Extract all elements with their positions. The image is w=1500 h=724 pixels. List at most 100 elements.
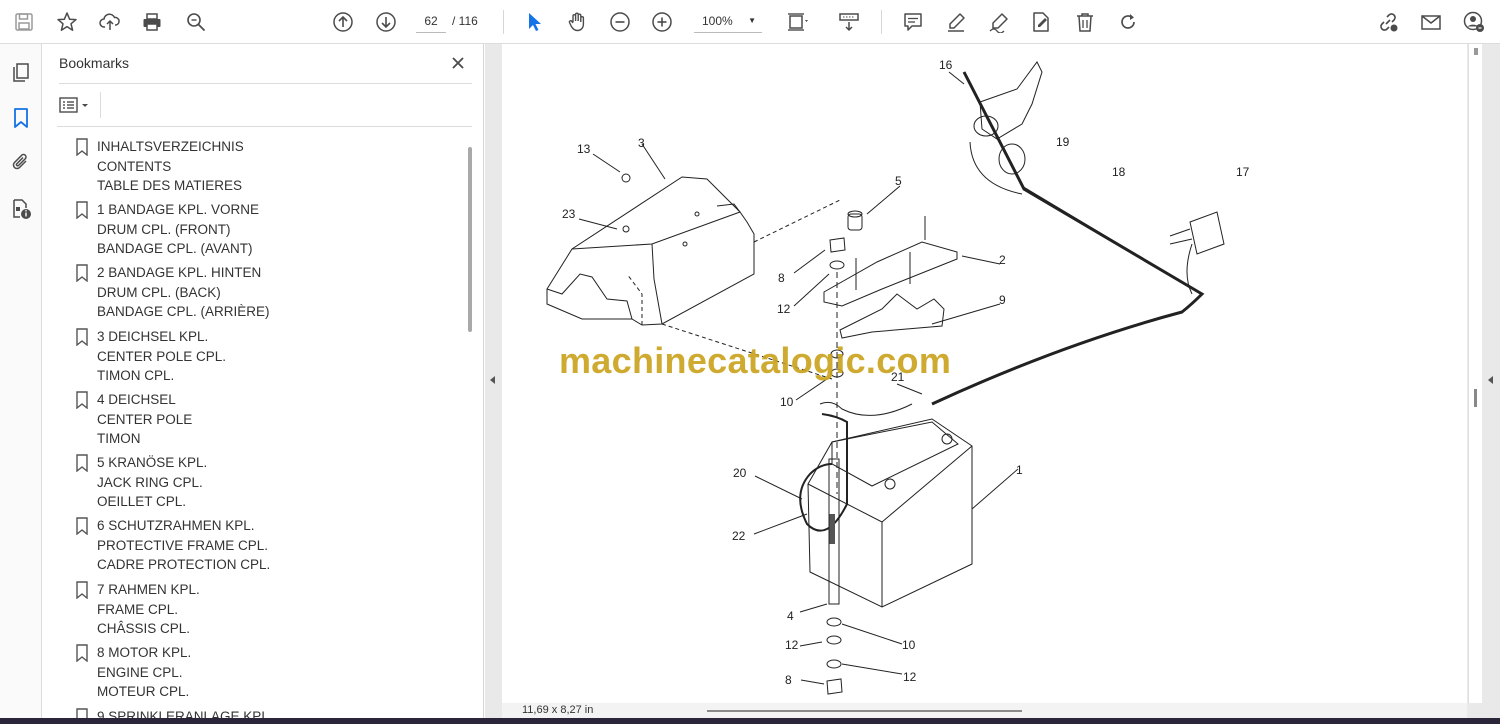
chevron-down-icon: ▼ <box>748 16 756 25</box>
page-thumbnails-icon[interactable] <box>7 58 35 86</box>
delete-icon[interactable] <box>1069 6 1101 38</box>
washer-12 <box>829 260 845 270</box>
washer-10-lower <box>826 617 842 627</box>
callout-label: 4 <box>787 609 794 623</box>
bookmark-label: TIMON <box>97 431 141 446</box>
connector-17 <box>1189 211 1225 255</box>
nut-13 <box>621 173 631 183</box>
callout-label: 18 <box>1112 165 1126 179</box>
callout-label: 17 <box>1236 165 1250 179</box>
bookmarks-panel: Bookmarks INHALTSVERZEICHNIS CONTENTS TABL… <box>43 44 484 718</box>
attachments-icon[interactable] <box>7 148 35 176</box>
callout-label: 12 <box>903 670 917 684</box>
bookmark-label: 6 SCHUTZRAHMEN KPL. <box>97 518 255 533</box>
bookmark-icon <box>76 391 88 409</box>
cable-20 <box>799 413 848 532</box>
bookmark-icon <box>76 264 88 282</box>
bookmark-icon <box>76 328 88 346</box>
bookmark-label: CONTENTS <box>97 158 172 174</box>
pdf-page: 16 19 18 17 13 3 5 23 8 2 12 9 21 10 1 2… <box>502 44 1467 703</box>
cover-hole <box>682 241 688 247</box>
bookmark-icon <box>76 644 88 662</box>
watermark-text: machinecatalogic.com <box>559 340 952 381</box>
battery-terminal <box>941 433 953 445</box>
callout-label: 1 <box>1016 463 1023 477</box>
key-switch-body <box>973 115 999 137</box>
washer-12-lower <box>826 635 842 645</box>
bookmarks-icon[interactable] <box>7 104 35 132</box>
battery-top-edge <box>807 445 973 523</box>
share-link-icon[interactable] <box>1372 6 1404 38</box>
bookmark-label: BANDAGE CPL. (AVANT) <box>97 241 253 256</box>
zoom-out-icon[interactable] <box>604 6 636 38</box>
cover-edge <box>571 211 741 250</box>
callout-label: 23 <box>562 207 576 221</box>
bookmark-icon <box>76 517 88 535</box>
callout-label: 8 <box>785 673 792 687</box>
zoom-in-icon[interactable] <box>646 6 678 38</box>
panel-scrollbar[interactable] <box>468 147 472 332</box>
zoom-search-icon[interactable] <box>180 6 212 38</box>
email-icon[interactable] <box>1415 6 1447 38</box>
print-icon[interactable] <box>136 6 168 38</box>
horizontal-scrollbar[interactable] <box>707 710 1022 712</box>
collapse-panel-icon[interactable] <box>487 372 499 388</box>
select-cursor-icon[interactable] <box>518 6 550 38</box>
expand-right-panel-icon[interactable] <box>1485 372 1497 388</box>
bookmark-label: FRAME CPL. <box>97 601 179 617</box>
callout-label: 13 <box>577 142 591 156</box>
close-icon[interactable] <box>447 52 469 74</box>
callout-label: 10 <box>780 395 794 409</box>
callout-label: 10 <box>902 638 916 652</box>
highlight-icon[interactable] <box>940 6 972 38</box>
zoom-value: 100% <box>702 14 733 28</box>
next-page-icon[interactable] <box>370 6 402 38</box>
bookmark-label: DRUM CPL. (BACK) <box>97 284 221 300</box>
key-switch-16 <box>979 61 1043 140</box>
bookmark-label: 8 MOTOR KPL. <box>97 645 192 660</box>
bookmark-icon <box>76 708 88 718</box>
scroll-up-arrow[interactable] <box>1474 48 1478 55</box>
save-icon[interactable] <box>8 6 40 38</box>
fit-page-icon[interactable] <box>782 6 814 38</box>
callout-label: 20 <box>733 466 747 480</box>
bookmark-label: TABLE DES MATIERES <box>97 178 243 193</box>
prev-page-icon[interactable] <box>327 6 359 38</box>
bookmark-label: ENGINE CPL. <box>97 664 183 680</box>
navigation-rail <box>0 44 42 718</box>
upload-icon[interactable] <box>94 6 126 38</box>
bookmark-label: INHALTSVERZEICHNIS <box>97 139 244 154</box>
battery-terminal <box>884 478 896 490</box>
nut-8 <box>829 237 846 253</box>
scroll-thumb[interactable] <box>1474 389 1477 407</box>
callout-label: 9 <box>999 293 1006 307</box>
bookmark-options-button[interactable] <box>59 94 93 116</box>
scroll-mode-icon[interactable] <box>833 6 865 38</box>
bookmark-icon <box>76 138 88 156</box>
cable-harness-18 <box>931 71 1205 406</box>
comment-icon[interactable] <box>897 6 929 38</box>
stamp-icon[interactable] <box>1025 6 1057 38</box>
draw-icon[interactable] <box>983 6 1015 38</box>
account-icon[interactable] <box>1458 6 1490 38</box>
battery-lid <box>831 421 959 487</box>
cover-hidden-line <box>626 273 643 325</box>
callout-label: 22 <box>732 529 746 543</box>
zoom-select[interactable]: 100% ▼ <box>694 9 762 33</box>
security-info-icon[interactable] <box>7 195 35 223</box>
indicator-19 <box>998 143 1026 175</box>
bookmark-label: 1 BANDAGE KPL. VORNE <box>97 202 260 217</box>
star-icon[interactable] <box>51 6 83 38</box>
rotate-icon[interactable] <box>1112 6 1144 38</box>
main-toolbar: 62 / 116 100% ▼ <box>0 0 1500 44</box>
bookmark-icon <box>76 454 88 472</box>
document-scrollbar[interactable] <box>1468 44 1482 703</box>
page-number-input[interactable]: 62 <box>416 9 446 33</box>
washer-12-lower <box>826 659 842 669</box>
bookmark-label: OEILLET CPL. <box>97 494 187 509</box>
bookmark-label: 4 DEICHSEL <box>97 392 176 407</box>
hand-icon[interactable] <box>561 6 593 38</box>
nut-8-lower <box>826 678 843 695</box>
callout-label: 12 <box>777 302 791 316</box>
callout-label: 2 <box>999 253 1006 267</box>
